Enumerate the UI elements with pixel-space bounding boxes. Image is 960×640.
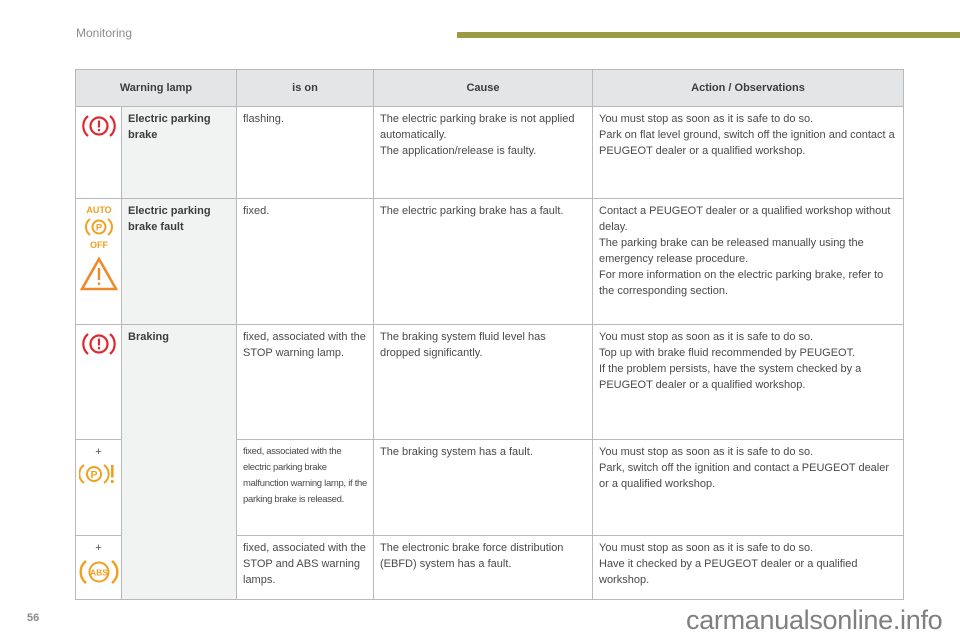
watermark-link[interactable]: carmanualsonline.info — [686, 605, 943, 636]
cause-line: The braking system fluid level has dropp… — [380, 331, 546, 359]
is-on-cell: fixed, associated with the STOP warning … — [236, 324, 374, 440]
page-number: 56 — [27, 612, 40, 624]
svg-text:ABS: ABS — [90, 568, 108, 578]
plus-sign: + — [95, 446, 102, 458]
column-header-cause: Cause — [373, 69, 593, 107]
warning-lamp-cell — [75, 106, 122, 199]
action-line: Top up with brake fluid recommended by P… — [599, 347, 856, 359]
cause-line: The electronic brake force distribution … — [380, 542, 564, 570]
action-line: You must stop as soon as it is safe to d… — [599, 542, 814, 554]
lamp-name: Braking — [121, 324, 237, 600]
action-line: If the problem persists, have the system… — [599, 363, 862, 391]
cause-cell: The braking system has a fault. — [373, 439, 593, 536]
column-header-warning-lamp: Warning lamp — [75, 69, 237, 107]
action-line: You must stop as soon as it is safe to d… — [599, 331, 814, 343]
cause-line: The electric parking brake has a fault. — [380, 205, 564, 217]
warning-lamp-cell — [75, 324, 122, 440]
lamp-name: Electric parking brake fault — [121, 198, 237, 325]
parking-brake-fault-icon: P — [78, 464, 114, 484]
warning-lamp-cell: + P — [75, 439, 122, 536]
section-title: Monitoring — [76, 26, 133, 40]
action-cell: You must stop as soon as it is safe to d… — [592, 535, 904, 600]
action-line: You must stop as soon as it is safe to d… — [599, 446, 814, 458]
action-line: Have it checked by a PEUGEOT dealer or a… — [599, 558, 858, 586]
cause-cell: The electric parking brake is not applie… — [373, 106, 593, 199]
cause-line: The electric parking brake is not applie… — [380, 113, 575, 141]
warning-lamp-cell: + ABS — [75, 535, 122, 600]
warning-lamp-cell: AUTO P OFF — [75, 198, 122, 325]
svg-text:AUTO: AUTO — [86, 205, 111, 215]
lamp-name: Electric parking brake — [121, 106, 237, 199]
table-row: Braking fixed, associated with the STOP … — [75, 324, 904, 600]
action-cell: You must stop as soon as it is safe to d… — [592, 439, 904, 536]
action-line: Contact a PEUGEOT dealer or a qualified … — [599, 205, 891, 233]
is-on-cell: fixed, associated with the electric park… — [236, 439, 374, 536]
action-line: Park, switch off the ignition and contac… — [599, 462, 890, 490]
brake-warning-icon — [81, 333, 116, 355]
warning-triangle-icon — [79, 256, 118, 291]
action-line: For more information on the electric par… — [599, 269, 884, 297]
section-accent-bar — [457, 32, 960, 38]
auto-p-off-icon: AUTO P OFF — [84, 205, 113, 250]
svg-text:P: P — [95, 223, 102, 234]
cause-cell: The electronic brake force distribution … — [373, 535, 593, 600]
warning-lamp-table: Warning lamp is on Cause Action / Observ… — [75, 69, 904, 600]
action-cell: Contact a PEUGEOT dealer or a qualified … — [592, 198, 904, 325]
is-on-cell: flashing. — [236, 106, 374, 199]
svg-text:OFF: OFF — [90, 240, 108, 250]
is-on-cell: fixed, associated with the STOP and ABS … — [236, 535, 374, 600]
cause-cell: The electric parking brake has a fault. — [373, 198, 593, 325]
column-header-action: Action / Observations — [592, 69, 904, 107]
cause-line: The braking system has a fault. — [380, 446, 533, 458]
is-on-cell: fixed. — [236, 198, 374, 325]
cause-cell: The braking system fluid level has dropp… — [373, 324, 593, 440]
table-row: Electric parking brake flashing. The ele… — [75, 106, 904, 199]
action-cell: You must stop as soon as it is safe to d… — [592, 324, 904, 440]
action-line: You must stop as soon as it is safe to d… — [599, 113, 814, 125]
cause-line: The application/release is faulty. — [380, 145, 537, 157]
abs-icon: ABS — [79, 560, 118, 584]
table-header-row: Warning lamp is on Cause Action / Observ… — [75, 69, 904, 107]
plus-sign: + — [95, 542, 102, 554]
table-row: AUTO P OFF Electric parking brake fault … — [75, 198, 904, 325]
svg-text:P: P — [90, 469, 97, 481]
action-cell: You must stop as soon as it is safe to d… — [592, 106, 904, 199]
column-header-is-on: is on — [236, 69, 374, 107]
action-line: The parking brake can be released manual… — [599, 237, 864, 265]
action-line: Park on flat level ground, switch off th… — [599, 129, 895, 157]
brake-warning-icon — [81, 115, 116, 137]
